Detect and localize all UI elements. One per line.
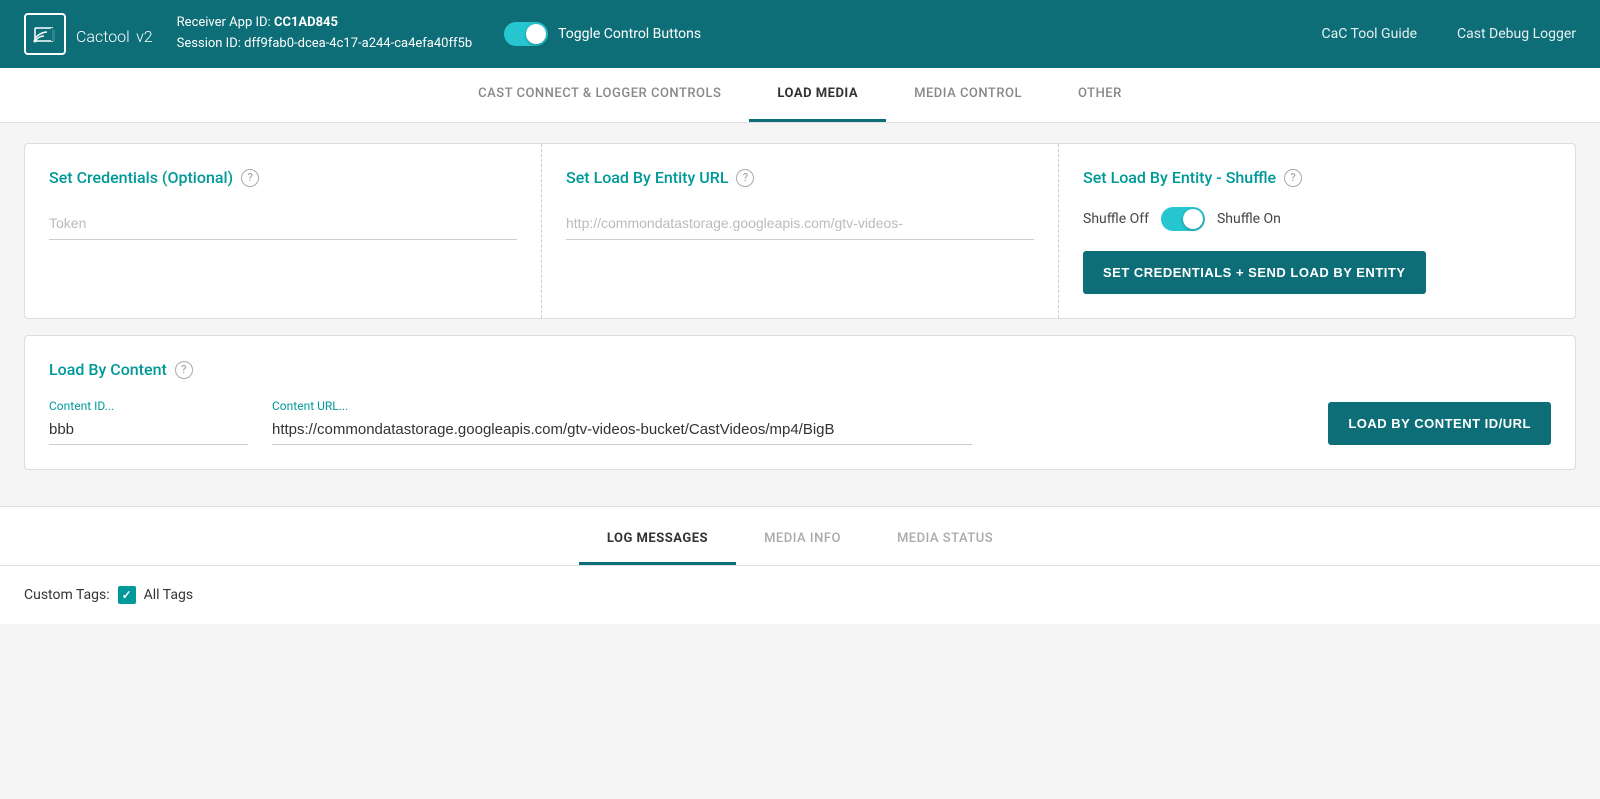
content-id-field: Content ID... [49,399,248,445]
bottom-content: Custom Tags: All Tags [0,566,1600,624]
credentials-card: Set Credentials (Optional) ? [25,144,542,318]
content-id-input[interactable] [49,415,248,445]
content-url-input[interactable] [272,415,972,445]
toggle-label: Toggle Control Buttons [558,26,701,42]
main-tabs: CAST CONNECT & LOGGER CONTROLS LOAD MEDI… [0,68,1600,123]
session-id-line: Session ID: dff9fab0-dcea-4c17-a244-ca4e… [177,34,472,55]
credentials-help-icon[interactable]: ? [241,169,259,187]
load-content-help-icon[interactable]: ? [175,361,193,379]
entity-shuffle-card-title: Set Load By Entity - Shuffle ? [1083,168,1551,187]
token-input[interactable] [49,207,517,240]
bottom-tab-media-status[interactable]: MEDIA STATUS [869,515,1021,565]
entity-shuffle-help-icon[interactable]: ? [1284,169,1302,187]
bottom-tab-log[interactable]: LOG MESSAGES [579,515,736,565]
entity-url-help-icon[interactable]: ? [736,169,754,187]
toggle-control-buttons[interactable]: Toggle Control Buttons [504,22,701,46]
shuffle-on-label: Shuffle On [1217,211,1281,227]
main-content: Set Credentials (Optional) ? Set Load By… [0,123,1600,506]
shuffle-toggle[interactable] [1161,207,1205,231]
bottom-section: LOG MESSAGES MEDIA INFO MEDIA STATUS Cus… [0,506,1600,624]
header-info: Receiver App ID: CC1AD845 Session ID: df… [177,13,472,55]
load-content-grid: Content ID... Content URL... LOAD BY CON… [49,399,1551,445]
content-url-field: Content URL... [272,399,972,445]
bottom-tab-media-info[interactable]: MEDIA INFO [736,515,869,565]
cac-tool-guide-link[interactable]: CaC Tool Guide [1322,26,1418,42]
tab-cast-connect[interactable]: CAST CONNECT & LOGGER CONTROLS [450,68,749,122]
all-tags-checkbox[interactable] [118,586,136,604]
entity-shuffle-card: Set Load By Entity - Shuffle ? Shuffle O… [1059,144,1575,318]
load-content-btn-wrapper: LOAD BY CONTENT ID/URL [1328,402,1551,445]
tab-media-control[interactable]: MEDIA CONTROL [886,68,1050,122]
custom-tags-label: Custom Tags: [24,587,110,603]
cards-row: Set Credentials (Optional) ? Set Load By… [24,143,1576,319]
receiver-id-line: Receiver App ID: CC1AD845 [177,13,472,34]
shuffle-row: Shuffle Off Shuffle On [1083,207,1551,231]
toggle-switch[interactable] [504,22,548,46]
load-content-card-title: Load By Content ? [49,360,1551,379]
app-title: Cactool v2 [76,19,153,49]
logo: Cactool v2 [24,13,153,55]
cast-debug-logger-link[interactable]: Cast Debug Logger [1457,26,1576,42]
tab-other[interactable]: OTHER [1050,68,1150,122]
set-credentials-send-load-button[interactable]: SET CREDENTIALS + SEND LOAD BY ENTITY [1083,251,1426,294]
bottom-tabs: LOG MESSAGES MEDIA INFO MEDIA STATUS [0,515,1600,566]
load-content-button[interactable]: LOAD BY CONTENT ID/URL [1328,402,1551,445]
load-content-card: Load By Content ? Content ID... Content … [24,335,1576,470]
header-nav: CaC Tool Guide Cast Debug Logger [1322,26,1577,42]
custom-tags-row: Custom Tags: All Tags [24,586,1576,604]
shuffle-off-label: Shuffle Off [1083,211,1149,227]
content-url-label: Content URL... [272,399,972,413]
tab-load-media[interactable]: LOAD MEDIA [749,68,886,122]
content-id-label: Content ID... [49,399,248,413]
entity-url-input[interactable] [566,207,1034,240]
cast-icon [24,13,66,55]
app-header: Cactool v2 Receiver App ID: CC1AD845 Ses… [0,0,1600,68]
entity-url-card: Set Load By Entity URL ? [542,144,1059,318]
entity-url-card-title: Set Load By Entity URL ? [566,168,1034,187]
credentials-card-title: Set Credentials (Optional) ? [49,168,517,187]
all-tags-label: All Tags [144,587,193,603]
